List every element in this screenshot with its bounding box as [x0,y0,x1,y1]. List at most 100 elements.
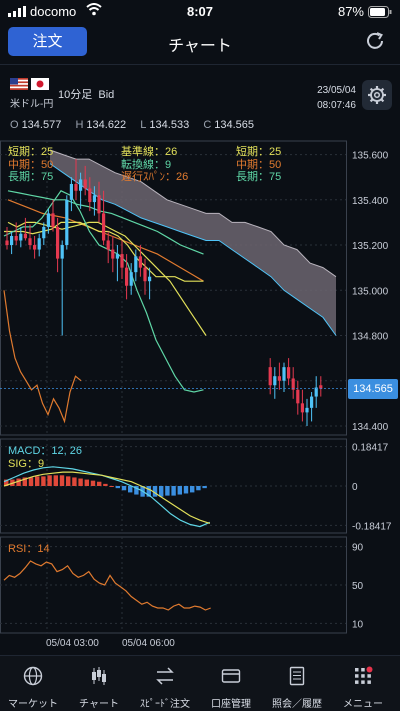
price-tick-label: 134.800 [352,331,389,342]
page-title: チャート [168,38,232,55]
panel-frame [0,536,347,634]
gear-icon [368,86,386,104]
macd-histogram-bar [177,486,182,495]
candle-body [296,389,300,404]
macd-legend: MACD：12, 26 SIG：9 [8,445,82,470]
candle-body [74,183,78,191]
candle-body [143,267,147,282]
candle-body [69,183,73,200]
macd-histogram-bar [90,480,96,486]
legend-ma-short: 短期：25 [8,146,54,158]
candle-body [28,238,32,246]
price-tick-label: 135.600 [352,151,389,162]
candle-body [97,195,101,214]
macd-histogram-bar [59,475,65,486]
legend-ma2-mid: 中期：50 [236,158,282,171]
candle-body [92,195,96,203]
tab-speed-order[interactable]: ｽﾋﾟｰﾄﾞ注文 [132,656,198,711]
macd-histogram-bar [202,486,207,489]
battery-percent: 87% [337,4,364,19]
ohlc-open-value: 134.577 [21,119,62,131]
macd-histogram-bar [53,475,58,486]
currency-flags-icon [10,78,49,90]
candle-body [115,254,119,259]
tab-menu-label: メニュー [343,699,383,710]
current-price-tag: 134.565 [348,379,398,399]
swap-icon [156,667,174,685]
timestamp-date: 23/05/04 [317,85,356,96]
candle-body [129,272,133,286]
ma-legend: 短期：25 中期：50 長期：75 [8,146,53,184]
time-label-1: 05/04 03:00 [46,638,99,649]
candle-body [79,179,83,191]
header-divider [0,64,400,65]
macd-histogram-bar [41,476,46,486]
candle-body [273,376,277,386]
tab-account[interactable]: 口座管理 [198,656,264,711]
candle-body [60,245,64,259]
candle-body [319,385,323,389]
tab-market[interactable]: マーケット [0,656,66,711]
price-tick-label: 135.000 [352,286,389,297]
ohlc-open: O 134.577 [10,119,65,131]
candle-body [111,249,115,259]
notification-dot [366,666,373,673]
status-bar: docomo 8:07 87% [0,0,400,24]
macd-histogram-bar [97,481,102,486]
chart-area[interactable]: 135.600 135.400 135.200 135.000 134.800 134.4… [0,137,400,653]
macd-histogram-bar [28,477,34,486]
macd-histogram-bar [78,478,83,486]
candle-body [10,235,14,246]
ohlc-high-key: H [75,119,84,131]
rsi-label: RSI：14 [8,543,50,555]
battery-icon [368,6,392,18]
candle-body [300,403,304,413]
ichimoku-legend: 基準線：26 転換線：9 遅行ｽﾊﾟﾝ：26 [121,146,188,184]
candle-body [125,267,129,286]
macd-histogram-bar [196,486,201,491]
header: 注文 チャート [0,24,400,60]
macd-tick-label: -0.18417 [352,521,392,532]
timeframe-selector[interactable]: 10分足 Bid [58,86,114,102]
ma2-legend: 短期：25 中期：50 長期：75 [236,146,281,184]
candle-body [51,213,55,227]
tab-menu[interactable]: メニュー [330,656,396,711]
macd-histogram-bar [171,486,176,496]
chart-settings-button[interactable] [362,80,392,110]
legend-ma-mid: 中期：50 [8,158,54,171]
macd-histogram-bar [47,475,52,486]
candle-body [46,213,50,227]
price-tick-label: 134.400 [352,422,389,433]
rsi-tick-label: 90 [352,543,364,554]
candle-body [310,396,314,408]
candle-body [88,188,92,203]
legend-ma2-long: 長期：75 [236,171,282,183]
candle-body [134,256,138,273]
ohlc-close: C 134.565 [203,119,258,131]
price-side: Bid [98,89,115,101]
timestamp-time: 08:07:46 [317,100,356,111]
refresh-icon[interactable] [364,30,386,52]
candle-body [268,367,272,386]
price-tick-label: 135.400 [352,196,389,207]
tab-chart[interactable]: チャート [66,656,132,711]
candle-body [282,367,286,381]
candle-body [305,407,309,413]
ichimoku-cloud [50,150,336,336]
macd-histogram-bar [115,486,120,489]
macd-histogram-bar [159,486,164,497]
document-icon [289,666,305,686]
tab-history[interactable]: 照会／履歴 [264,656,330,711]
macd-sig-label: SIG：9 [8,457,45,470]
macd-tick-label: 0 [352,482,358,493]
candle-body [56,226,60,259]
candle-body [42,226,46,239]
candle-body [287,367,291,379]
macd-signal-line [3,471,210,524]
candle-body [291,378,295,390]
ohlc-readout: O 134.577 H 134.622 L 134.533 C 134.565 [10,119,262,131]
price-tick-label: 135.200 [352,241,389,252]
tab-chart-label: チャート [79,699,119,710]
candle-body [14,235,18,241]
tab-account-label: 口座管理 [211,699,251,710]
